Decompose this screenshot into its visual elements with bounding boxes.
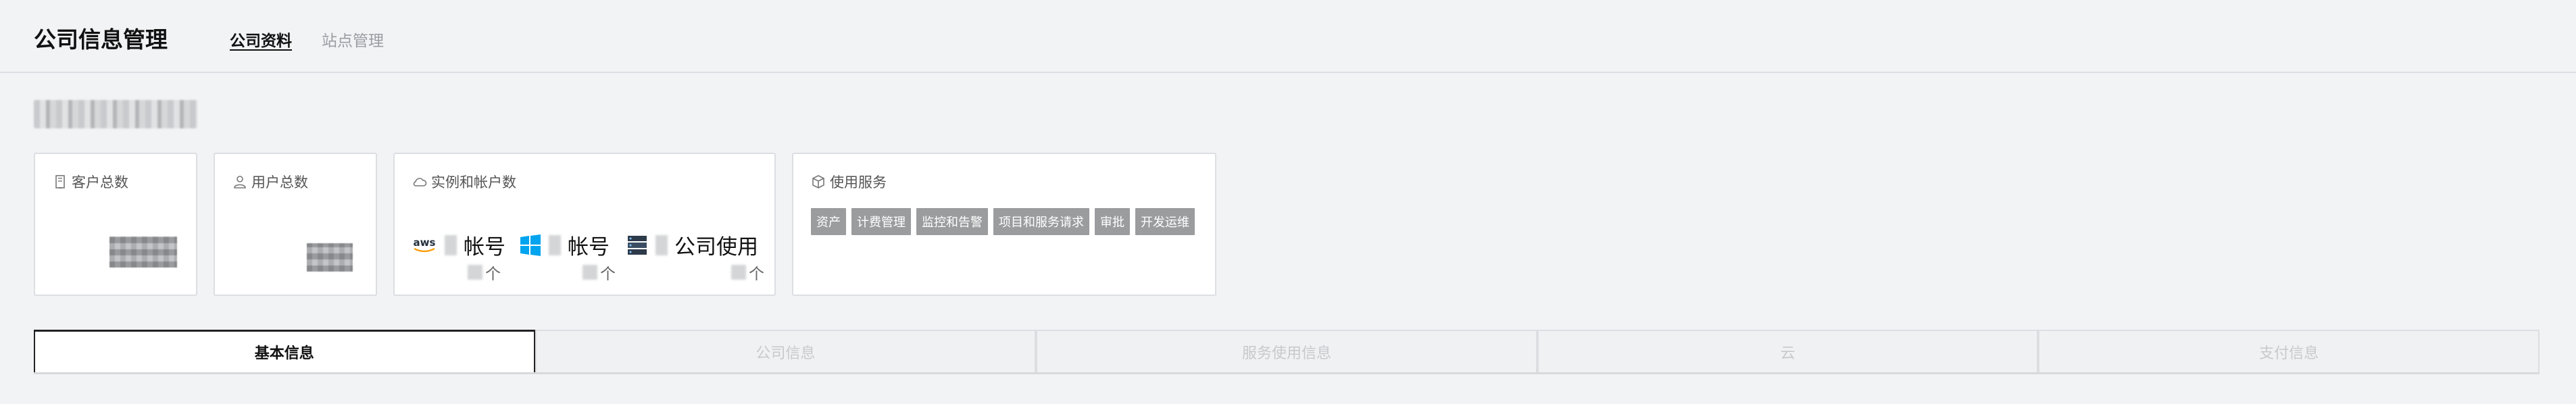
company-usage-label: 公司使用 [674,235,758,259]
service-tag-devops[interactable]: 开发运维 [1135,208,1195,235]
service-tag-projects[interactable]: 项目和服务请求 [993,208,1089,235]
tab-payment-info[interactable]: 支付信息 [2038,330,2540,372]
tab-basic-info[interactable]: 基本信息 [34,330,535,372]
azure-account-row: 帐号 [519,230,610,260]
aws-account-row: aws 帐号 [411,230,505,260]
cloud-icon [413,178,427,186]
users-count-redacted [307,243,353,272]
aws-logo-icon: aws [411,237,438,253]
top-header: 公司信息管理 公司资料 站点管理 [0,0,2576,73]
customers-card-title: 客户总数 [72,174,128,191]
cube-icon [812,175,824,188]
instances-card-title: 实例和帐户数 [431,174,516,191]
user-icon [234,176,246,188]
company-unit-count-redacted [731,265,746,280]
azure-unit-label: 个 [600,266,616,283]
services-card: 使用服务 资产 计费管理 监控和告警 项目和服务请求 审批 开发运维 [792,153,1216,296]
server-stack-icon [628,235,647,255]
services-card-title: 使用服务 [830,174,887,191]
users-card: 用户总数 [214,153,377,296]
tab-company-info[interactable]: 公司信息 [535,330,1037,372]
company-name-redacted [34,100,197,128]
app-title: 公司信息管理 [34,26,168,53]
service-tags: 资产 计费管理 监控和告警 项目和服务请求 审批 开发运维 [811,208,1195,235]
tab-cloud[interactable]: 云 [1537,330,2039,372]
service-tag-approval[interactable]: 审批 [1095,208,1130,235]
service-tag-assets[interactable]: 资产 [811,208,846,235]
azure-count-redacted [549,234,561,255]
service-tag-billing[interactable]: 计费管理 [851,208,911,235]
tab-service-usage[interactable]: 服务使用信息 [1036,330,1537,372]
nav-tab-site-management[interactable]: 站点管理 [322,28,384,51]
windows-logo-icon [520,234,541,256]
aws-account-label: 帐号 [464,235,505,259]
info-tabs: 基本信息 公司信息 服务使用信息 云 支付信息 [34,330,2540,374]
service-tag-monitoring[interactable]: 监控和告警 [916,208,988,235]
aws-unit-count-redacted [468,265,482,280]
aws-unit-label: 个 [485,266,501,283]
building-icon [55,175,65,188]
company-unit-label: 个 [749,266,764,283]
nav-tab-company-profile[interactable]: 公司资料 [230,28,292,51]
users-card-title: 用户总数 [251,174,308,191]
company-count-redacted [655,234,668,255]
instances-card: 实例和帐户数 aws 帐号 个 帐号 个 公司使用 个 [393,153,776,296]
customers-count-redacted [109,236,177,268]
azure-account-label: 帐号 [568,235,610,259]
customers-card: 客户总数 [34,153,197,296]
azure-unit-count-redacted [583,265,597,280]
company-usage-row: 公司使用 [626,230,758,260]
aws-count-redacted [445,234,457,255]
